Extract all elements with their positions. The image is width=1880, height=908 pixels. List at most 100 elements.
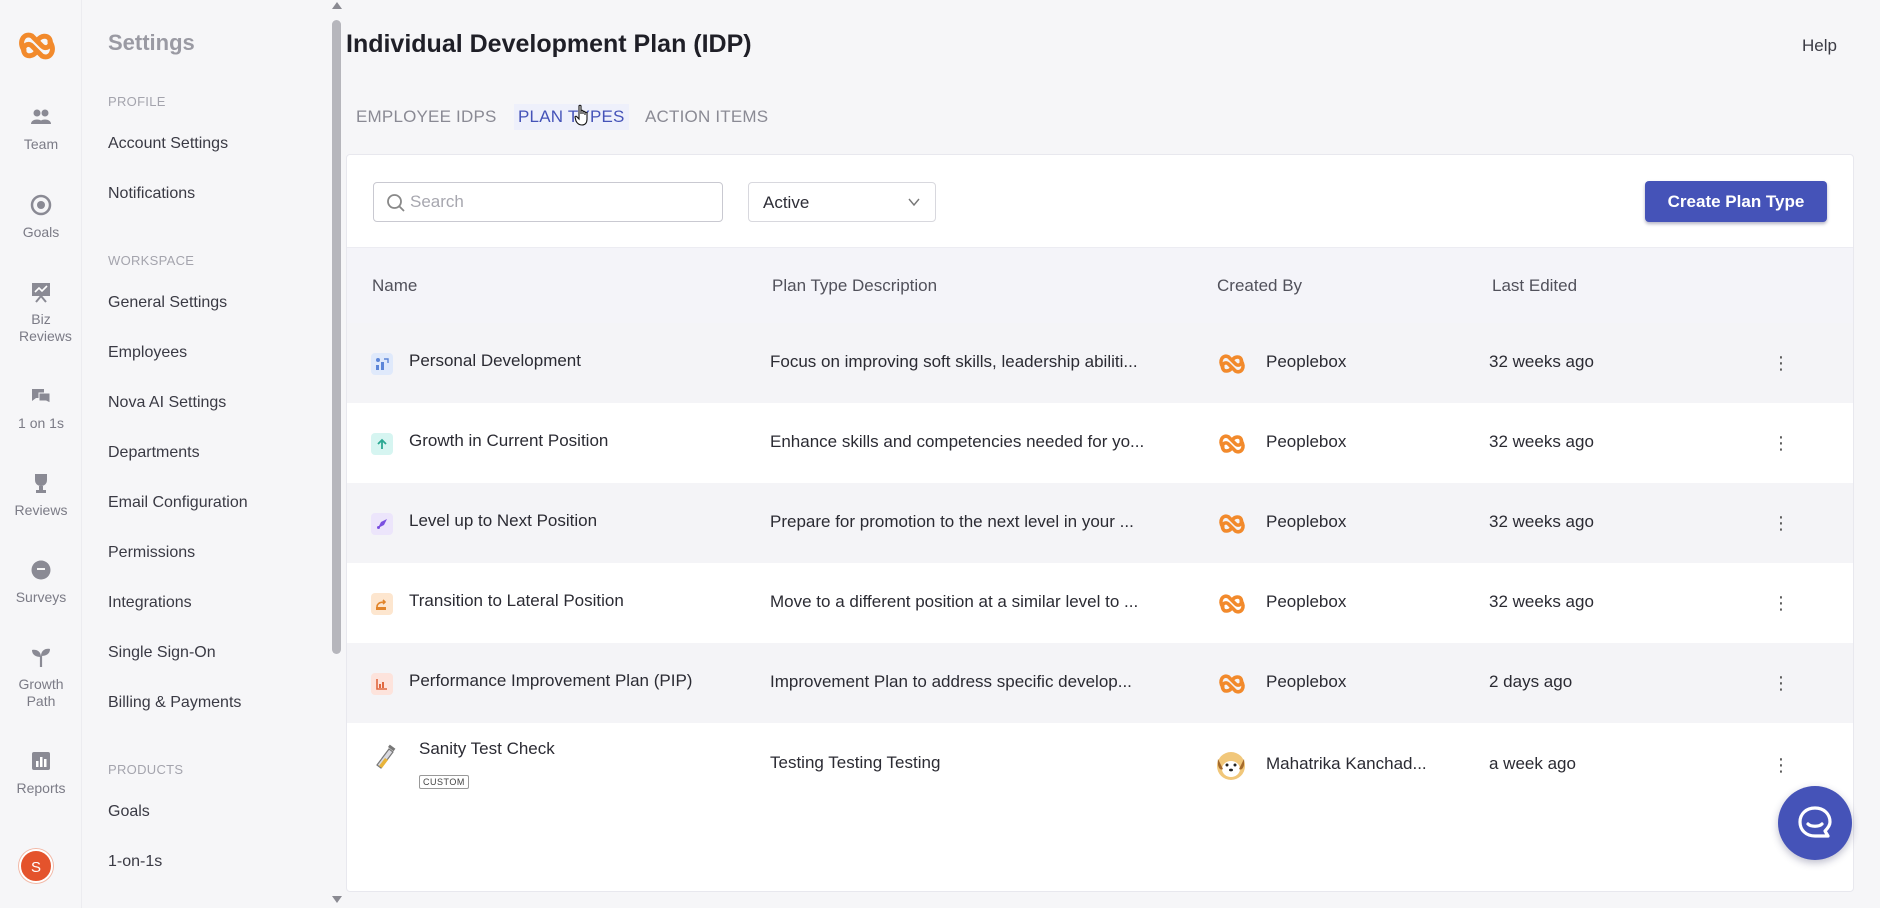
created-by-name: Mahatrika Kanchad...	[1266, 754, 1427, 773]
rocket-icon	[371, 513, 393, 535]
rail-team[interactable]: Team	[0, 106, 82, 153]
sidebar-item-single-sign-on[interactable]: Single Sign-On	[108, 644, 216, 662]
sidebar-item-employees[interactable]: Employees	[108, 344, 187, 362]
last-edited: 32 weeks ago	[1489, 512, 1594, 531]
custom-badge: CUSTOM	[419, 775, 469, 789]
plan-type-description: Improvement Plan to address specific dev…	[770, 672, 1132, 691]
bar-chart-icon	[32, 752, 50, 770]
person-growth-icon	[371, 353, 393, 375]
sidebar-item-integrations[interactable]: Integrations	[108, 594, 192, 612]
user-avatar-icon	[1217, 752, 1245, 780]
user-avatar[interactable]: S	[19, 849, 53, 883]
status-filter-value: Active	[763, 193, 810, 212]
table-row[interactable]: Growth in Current Position Enhance skill…	[347, 403, 1853, 483]
sidebar-title: Settings	[108, 30, 195, 55]
rail-one-on-ones-label: 1 on 1s	[18, 415, 64, 431]
status-filter-select[interactable]: Active	[748, 182, 936, 222]
scrollbar-thumb[interactable]	[332, 20, 341, 654]
column-header-created-by[interactable]: Created By	[1217, 276, 1302, 296]
rail-reviews-label: Reviews	[14, 502, 68, 518]
rail-surveys[interactable]: Surveys	[0, 559, 82, 606]
sidebar-item-billing-payments[interactable]: Billing & Payments	[108, 694, 241, 712]
sprout-icon	[32, 648, 50, 667]
chat-icon	[1798, 806, 1832, 838]
search-field[interactable]	[373, 182, 723, 222]
plan-type-name[interactable]: Transition to Lateral Position	[409, 591, 624, 611]
plan-type-name[interactable]: Level up to Next Position	[409, 511, 597, 531]
more-options-icon[interactable]: ⋮	[1771, 351, 1791, 375]
sidebar-section-products: PRODUCTS	[108, 762, 184, 777]
survey-icon	[31, 560, 51, 580]
rail-reports[interactable]: Reports	[0, 750, 82, 797]
more-options-icon[interactable]: ⋮	[1771, 511, 1791, 535]
table-row[interactable]: Personal Development Focus on improving …	[347, 323, 1853, 403]
plan-type-description: Move to a different position at a simila…	[770, 592, 1139, 611]
sidebar-item-goals[interactable]: Goals	[108, 803, 150, 821]
sidebar-section-workspace: WORKSPACE	[108, 253, 195, 268]
more-options-icon[interactable]: ⋮	[1771, 431, 1791, 455]
search-icon	[387, 194, 405, 212]
more-options-icon[interactable]: ⋮	[1771, 591, 1791, 615]
sidebar-item-one-on-ones[interactable]: 1-on-1s	[108, 853, 162, 871]
trophy-icon	[35, 474, 47, 493]
sidebar-item-notifications[interactable]: Notifications	[108, 185, 195, 203]
support-chat-button[interactable]	[1778, 786, 1852, 860]
arrow-up-icon	[371, 433, 393, 455]
plan-type-description: Enhance skills and competencies needed f…	[770, 432, 1145, 451]
peoplebox-logo-icon	[1219, 514, 1245, 534]
column-header-name[interactable]: Name	[372, 276, 417, 296]
sidebar-item-general-settings[interactable]: General Settings	[108, 294, 227, 312]
test-tube-icon	[376, 744, 396, 769]
rail-one-on-ones[interactable]: 1 on 1s	[0, 385, 82, 432]
sidebar-item-email-configuration[interactable]: Email Configuration	[108, 494, 248, 512]
created-by-name: Peoplebox	[1266, 352, 1347, 371]
tab-employee-idps[interactable]: EMPLOYEE IDPS	[352, 104, 501, 130]
sidebar-scrollbar[interactable]	[328, 0, 346, 908]
create-plan-type-button[interactable]: Create Plan Type	[1645, 181, 1827, 222]
created-by-name: Peoplebox	[1266, 512, 1347, 531]
app-nav-rail: Team Goals Biz Reviews 1 on 1s Reviews S…	[0, 0, 82, 908]
rail-team-label: Team	[23, 136, 59, 152]
sidebar-item-permissions[interactable]: Permissions	[108, 544, 195, 562]
scroll-up-arrow-icon[interactable]	[332, 2, 342, 9]
column-header-description[interactable]: Plan Type Description	[772, 276, 937, 296]
column-header-last-edited[interactable]: Last Edited	[1492, 276, 1577, 296]
rail-growth-path[interactable]: Growth Path	[0, 646, 82, 710]
plan-type-name[interactable]: Performance Improvement Plan (PIP)	[409, 671, 692, 691]
peoplebox-logo-icon	[1219, 674, 1245, 694]
rail-reviews[interactable]: Reviews	[0, 472, 82, 519]
last-edited: 32 weeks ago	[1489, 592, 1594, 611]
last-edited: 32 weeks ago	[1489, 352, 1594, 371]
more-options-icon[interactable]: ⋮	[1771, 671, 1791, 695]
peoplebox-logo[interactable]	[16, 28, 58, 64]
rail-goals-label: Goals	[22, 224, 60, 240]
plan-type-name[interactable]: Sanity Test Check	[419, 739, 555, 759]
sidebar-item-departments[interactable]: Departments	[108, 444, 200, 462]
created-by-name: Peoplebox	[1266, 592, 1347, 611]
plan-type-name[interactable]: Growth in Current Position	[409, 431, 608, 451]
sidebar-item-nova-ai-settings[interactable]: Nova AI Settings	[108, 394, 226, 412]
search-input[interactable]	[410, 183, 710, 221]
help-link[interactable]: Help	[1802, 36, 1837, 56]
more-options-icon[interactable]: ⋮	[1771, 753, 1791, 777]
chart-icon	[371, 673, 393, 695]
rail-goals[interactable]: Goals	[0, 194, 82, 241]
table-row[interactable]: Transition to Lateral Position Move to a…	[347, 563, 1853, 643]
sidebar-item-account-settings[interactable]: Account Settings	[108, 135, 228, 153]
plan-types-card: Active Create Plan Type Name Plan Type D…	[346, 154, 1854, 892]
rail-biz-reviews-label: Biz Reviews	[19, 311, 72, 344]
tab-action-items[interactable]: ACTION ITEMS	[641, 104, 772, 130]
peoplebox-logo-icon	[1219, 354, 1245, 374]
tab-plan-types[interactable]: PLAN TYPES	[514, 104, 629, 130]
plan-type-name[interactable]: Personal Development	[409, 351, 581, 371]
peoplebox-logo-icon	[1219, 594, 1245, 614]
hand-cursor-icon	[574, 104, 588, 126]
lateral-move-icon	[371, 593, 393, 615]
rail-biz-reviews[interactable]: Biz Reviews	[0, 281, 82, 345]
table-row[interactable]: Sanity Test Check CUSTOM Testing Testing…	[347, 723, 1853, 809]
table-row[interactable]: Performance Improvement Plan (PIP) Impro…	[347, 643, 1853, 723]
table-row[interactable]: Level up to Next Position Prepare for pr…	[347, 483, 1853, 563]
last-edited: a week ago	[1489, 754, 1576, 773]
scroll-down-arrow-icon[interactable]	[332, 896, 342, 903]
sidebar-section-profile: PROFILE	[108, 94, 166, 109]
